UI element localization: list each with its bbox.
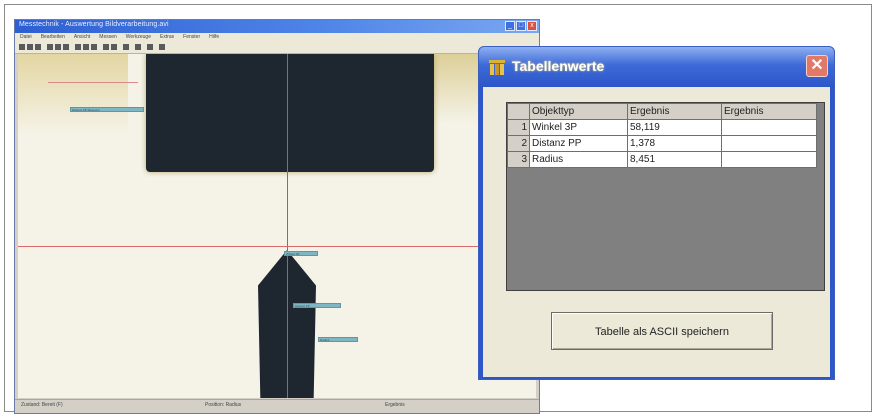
result-cell[interactable]: [721, 151, 817, 168]
dialog-title: Tabellenwerte: [512, 58, 605, 74]
object-type-cell[interactable]: Winkel 3P: [529, 119, 628, 136]
dialog-close-button[interactable]: ✕: [806, 55, 828, 77]
close-button[interactable]: x: [527, 21, 537, 31]
menu-item-bearbeiten[interactable]: Bearbeiten: [41, 33, 65, 42]
help-icon[interactable]: [147, 44, 153, 50]
measurement-label[interactable]: Distanz PP Messung: [70, 107, 144, 112]
status-state: Zustand: Bereit (F): [21, 402, 63, 408]
table-header-row: Objekttyp Ergebnis Ergebnis: [507, 103, 817, 120]
circle-tool-icon[interactable]: [91, 44, 97, 50]
column-header[interactable]: Ergebnis: [627, 103, 722, 120]
save-ascii-button[interactable]: Tabelle als ASCII speichern: [551, 312, 773, 350]
main-title-bar[interactable]: Messtechnik - Auswertung Bildverarbeitun…: [15, 20, 539, 33]
freeze-icon[interactable]: [55, 44, 61, 50]
row-number: 3: [507, 151, 530, 168]
main-window: Messtechnik - Auswertung Bildverarbeitun…: [14, 19, 540, 414]
row-number: 1: [507, 119, 530, 136]
dialog-body: Objekttyp Ergebnis Ergebnis 1 Winkel 3P …: [483, 87, 830, 377]
open-icon[interactable]: [19, 44, 25, 50]
column-header[interactable]: Objekttyp: [529, 103, 628, 120]
table-row[interactable]: 1 Winkel 3P 58,119: [507, 119, 817, 136]
result-cell[interactable]: 8,451: [627, 151, 722, 168]
menu-item-messen[interactable]: Messen: [99, 33, 117, 42]
settings-icon[interactable]: [135, 44, 141, 50]
table-app-icon: [489, 60, 505, 75]
menu-item-extras[interactable]: Extras: [160, 33, 174, 42]
workpiece-upper: [146, 54, 434, 172]
measurement-line-horizontal[interactable]: [18, 246, 536, 247]
main-window-title: Messtechnik - Auswertung Bildverarbeitun…: [19, 21, 169, 28]
camera-image-view[interactable]: Distanz PP Messung Winkel 3P Distanz PP …: [18, 54, 536, 398]
status-result: Ergebnis: [385, 402, 405, 408]
results-table: Objekttyp Ergebnis Ergebnis 1 Winkel 3P …: [507, 103, 817, 168]
corner-cell: [507, 103, 530, 120]
menu-item-werkzeuge[interactable]: Werkzeuge: [126, 33, 151, 42]
menu-item-ansicht[interactable]: Ansicht: [74, 33, 90, 42]
object-type-cell[interactable]: Distanz PP: [529, 135, 628, 152]
table-icon[interactable]: [123, 44, 129, 50]
angle-tool-icon[interactable]: [83, 44, 89, 50]
table-row[interactable]: 2 Distanz PP 1,378: [507, 135, 817, 152]
pointer-icon[interactable]: [159, 44, 165, 50]
line-tool-icon[interactable]: [75, 44, 81, 50]
measurement-line-vertical[interactable]: [287, 54, 288, 398]
result-cell[interactable]: 1,378: [627, 135, 722, 152]
toolbar: [15, 42, 539, 54]
measurement-label[interactable]: Distanz PP: [293, 303, 341, 308]
minimize-button[interactable]: _: [505, 21, 515, 31]
menu-bar: Datei Bearbeiten Ansicht Messen Werkzeug…: [15, 33, 539, 42]
result-cell[interactable]: [721, 119, 817, 136]
grid-icon[interactable]: [63, 44, 69, 50]
results-grid[interactable]: Objekttyp Ergebnis Ergebnis 1 Winkel 3P …: [506, 102, 825, 291]
menu-item-fenster[interactable]: Fenster: [183, 33, 200, 42]
measurement-line-reference[interactable]: [48, 82, 138, 83]
column-header[interactable]: Ergebnis: [721, 103, 817, 120]
result-cell[interactable]: 58,119: [627, 119, 722, 136]
background-shade: [18, 54, 128, 134]
menu-item-hilfe[interactable]: Hilfe: [209, 33, 219, 42]
measurement-label[interactable]: Radius: [318, 337, 358, 342]
table-row[interactable]: 3 Radius 8,451: [507, 151, 817, 168]
measurement-label[interactable]: Winkel 3P: [284, 251, 318, 256]
zoom-in-icon[interactable]: [103, 44, 109, 50]
camera-icon[interactable]: [47, 44, 53, 50]
dialog-title-bar[interactable]: Tabellenwerte ✕: [479, 47, 834, 87]
zoom-out-icon[interactable]: [111, 44, 117, 50]
row-number: 2: [507, 135, 530, 152]
menu-item-datei[interactable]: Datei: [20, 33, 32, 42]
window-controls: _ □ x: [505, 21, 537, 31]
object-type-cell[interactable]: Radius: [529, 151, 628, 168]
status-bar: Zustand: Bereit (F) Position: Radius Erg…: [15, 399, 539, 413]
status-position: Position: Radius: [205, 402, 242, 408]
result-cell[interactable]: [721, 135, 817, 152]
print-icon[interactable]: [35, 44, 41, 50]
tabellenwerte-dialog: Tabellenwerte ✕ Objekttyp Ergebnis Ergeb…: [478, 46, 835, 380]
maximize-button[interactable]: □: [516, 21, 526, 31]
save-icon[interactable]: [27, 44, 33, 50]
